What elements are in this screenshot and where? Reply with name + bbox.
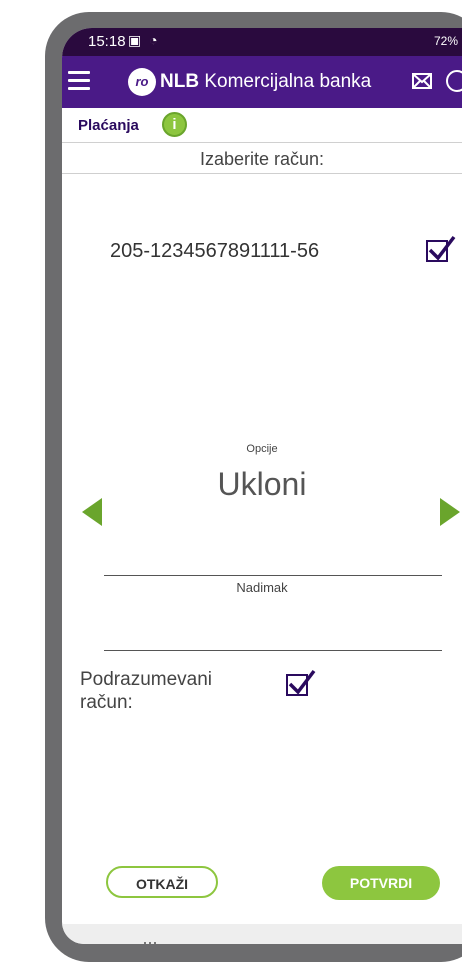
bank-name: NLB Komercijalna banka [160, 71, 371, 93]
cancel-button[interactable]: OTKAŽI [106, 866, 218, 898]
menu-icon[interactable] [68, 71, 90, 91]
status-bar: 15:18 ▣ ◔ 72% [62, 28, 462, 56]
nickname-label: Nadimak [236, 580, 288, 595]
checkmark-icon [428, 235, 456, 261]
option-value: Ukloni [217, 466, 307, 502]
confirm-button[interactable]: POTVRDI [322, 866, 440, 900]
bank-logo-icon: ro [128, 68, 156, 96]
phone-screen: 15:18 ▣ ◔ 72% ro NLB Komercijalna banka … [62, 28, 462, 944]
section-title: Plaćanja [78, 117, 139, 134]
recent-apps-icon[interactable] [144, 942, 160, 944]
section-header: Plaćanja i [62, 108, 462, 143]
default-account-checkbox[interactable] [286, 669, 316, 696]
next-option-arrow-icon[interactable] [440, 498, 460, 526]
battery-percent: 72% [433, 34, 458, 48]
back-icon[interactable]: < [388, 941, 400, 944]
notification-icons: ▣ ◔ [128, 32, 160, 48]
divider [62, 173, 462, 174]
choose-account-label: Izaberite račun: [199, 149, 325, 169]
default-account-label-line2: račun: [80, 692, 133, 713]
checkmark-icon [288, 669, 316, 695]
status-time: 15:18 [88, 33, 126, 50]
system-nav-bar: < [62, 924, 462, 944]
info-icon[interactable]: i [162, 112, 187, 137]
options-label: Opcije [246, 443, 278, 455]
default-account-label-line1: Podrazumevani [80, 669, 213, 690]
account-number[interactable]: 205-1234567891111-56 [110, 240, 319, 263]
default-account-label: Podrazumevani račun: [80, 668, 212, 714]
account-checkbox[interactable] [426, 235, 456, 262]
brand-bold: NLB [160, 71, 200, 92]
nickname-input[interactable] [104, 650, 442, 651]
mail-icon[interactable] [412, 73, 432, 89]
option-underline [104, 575, 442, 576]
app-bar: ro NLB Komercijalna banka [62, 56, 462, 108]
logout-icon[interactable] [446, 70, 462, 92]
brand-rest: Komercijalna banka [199, 71, 372, 92]
